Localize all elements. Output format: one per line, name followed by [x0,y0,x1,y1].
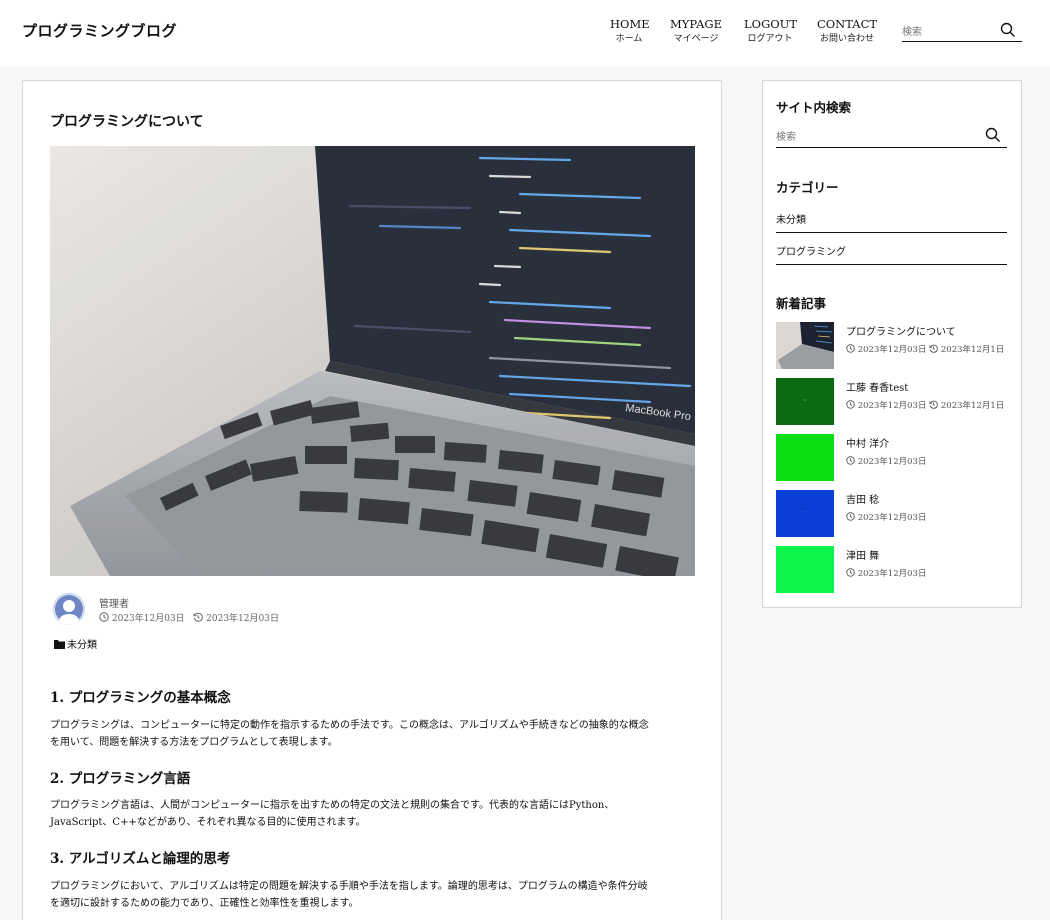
sidebar-search-heading: サイト内検索 [776,100,852,115]
recent-post-dates: 2023年12月03日 2023年12月1日 [846,343,1004,355]
section-3-line-2: を適切に設計するための能力であり、正確性と効率性を重視します。 [50,898,359,909]
recent-post-thumbnail: ‹› [776,378,834,425]
section-heading-1: 1. プログラミングの基本概念 [50,690,231,706]
recent-post-thumbnail [776,434,834,481]
recent-post-title: 工藤 春香test [846,383,909,394]
nav-mypage[interactable]: MYPAGE マイページ [670,16,722,46]
article-card: プログラミングについて 管理者 2023年12月03日 2023年12月03日 … [22,80,722,920]
recent-post-title: 吉田 稔 [846,495,880,506]
recent-post-published: 2023年12月03日 [857,457,927,467]
nav-contact[interactable]: CONTACT お問い合わせ [816,16,878,46]
search-icon[interactable] [1000,22,1016,38]
sidebar: サイト内検索 カテゴリー 未分類 プログラミング 新着記事 プログラミングについ… [762,80,1022,608]
recent-post-title: プログラミングについて [846,327,956,338]
nav-home-sublabel: ホーム [615,34,643,44]
avatar [53,593,85,625]
nav-logout[interactable]: LOGOUT ログアウト [744,16,798,46]
section-body-1: プログラミングは、コンピューターに特定の動作を指示するための手法です。この概念は… [50,717,695,751]
section-heading-3: 3. アルゴリズムと論理的思考 [50,851,231,867]
post-updated-date: 2023年12月03日 [206,614,279,624]
header-search [902,20,1022,43]
recent-post-thumbnail: · · [776,490,834,537]
sidebar-category-item[interactable]: プログラミング [776,234,1007,265]
recent-post-item[interactable]: 中村 洋介 2023年12月03日 [776,434,1007,481]
clock-icon [846,400,855,409]
clock-icon [846,512,855,521]
section-2-line-1: プログラミング言語は、人間がコンピューターに指示を出すための特定の文法と規則の集… [50,800,615,811]
laptop-code-thumbnail-icon [776,322,834,369]
clock-icon [846,568,855,577]
recent-post-item[interactable]: ‹› 工藤 春香test 2023年12月03日 2023年12月1日 [776,378,1007,425]
section-body-3: プログラミングにおいて、アルゴリズムは特定の問題を解決する手順や手法を指します。… [50,878,695,912]
recent-post-dates: 2023年12月03日 [846,455,926,467]
post-dates: 2023年12月03日 2023年12月03日 [99,611,279,624]
laptop-code-photo-icon: MacBook Pro [50,146,695,576]
history-icon [929,344,939,353]
sidebar-category-item[interactable]: 未分類 [776,202,1007,233]
nav-mypage-sublabel: マイページ [673,34,719,44]
nav-logout-sublabel: ログアウト [747,34,793,44]
recent-post-dates: 2023年12月03日 2023年12月1日 [846,399,1004,411]
recent-post-updated: 2023年12月1日 [940,401,1005,411]
section-heading-2: 2. プログラミング言語 [50,771,191,787]
header-search-input[interactable] [902,22,997,43]
recent-post-thumbnail [776,546,834,593]
recent-post-dates: 2023年12月03日 [846,511,926,523]
history-icon [193,612,204,622]
nav-mypage-label: MYPAGE [670,17,722,31]
recent-post-item[interactable]: · · 吉田 稔 2023年12月03日 [776,490,1007,537]
nav-contact-sublabel: お問い合わせ [819,34,874,44]
section-2-line-2: JavaScript、C++などがあり、それぞれ異なる目的に使用されます。 [50,817,366,828]
nav-home-label: HOME [610,17,650,31]
nav-logout-label: LOGOUT [744,17,798,31]
recent-post-item[interactable]: 津田 舞 2023年12月03日 [776,546,1007,593]
recent-post-thumbnail [776,322,834,369]
recent-post-published: 2023年12月03日 [857,569,927,579]
main-nav: HOME ホーム MYPAGE マイページ LOGOUT ログアウト CONTA… [0,16,1050,50]
nav-home[interactable]: HOME ホーム [610,16,650,46]
recent-post-item[interactable]: プログラミングについて 2023年12月03日 2023年12月1日 [776,322,1007,369]
clock-icon [846,344,855,353]
section-3-line-1: プログラミングにおいて、アルゴリズムは特定の問題を解決する手順や手法を指します。… [50,881,648,892]
sidebar-category-label: 未分類 [776,215,806,226]
recent-post-dates: 2023年12月03日 [846,567,926,579]
history-icon [929,400,939,409]
post-title: プログラミングについて [50,114,204,130]
post-meta: 管理者 2023年12月03日 2023年12月03日 [53,593,453,629]
sidebar-category-label: プログラミング [776,247,846,258]
recent-post-title: 中村 洋介 [846,439,890,450]
section-1-line-1: プログラミングは、コンピューターに特定の動作を指示するための手法です。この概念は… [50,720,649,731]
post-category[interactable]: 未分類 [54,636,97,651]
sidebar-search [776,125,1007,148]
recent-post-published: 2023年12月03日 [857,401,927,411]
section-1-line-2: を用いて、問題を解決する方法をプログラムとして表現します。 [50,737,338,748]
site-header: プログラミングブログ HOME ホーム MYPAGE マイページ LOGOUT … [0,0,1050,66]
post-category-label: 未分類 [67,640,97,651]
post-author[interactable]: 管理者 [99,595,129,610]
section-body-2: プログラミング言語は、人間がコンピューターに指示を出すための特定の文法と規則の集… [50,797,695,831]
clock-icon [99,612,109,622]
recent-post-updated: 2023年12月1日 [940,345,1005,355]
recent-post-published: 2023年12月03日 [857,345,927,355]
sidebar-recent-heading: 新着記事 [776,296,827,311]
search-icon[interactable] [985,127,1001,143]
nav-contact-label: CONTACT [816,17,878,31]
folder-icon [54,640,65,649]
sidebar-category-heading: カテゴリー [776,180,839,195]
recent-post-published: 2023年12月03日 [857,513,927,523]
user-avatar-icon [53,593,85,625]
sidebar-search-input[interactable] [776,127,871,148]
post-published-date: 2023年12月03日 [111,614,185,624]
hero-image: MacBook Pro [50,146,695,576]
recent-post-title: 津田 舞 [846,551,880,562]
clock-icon [846,456,855,465]
